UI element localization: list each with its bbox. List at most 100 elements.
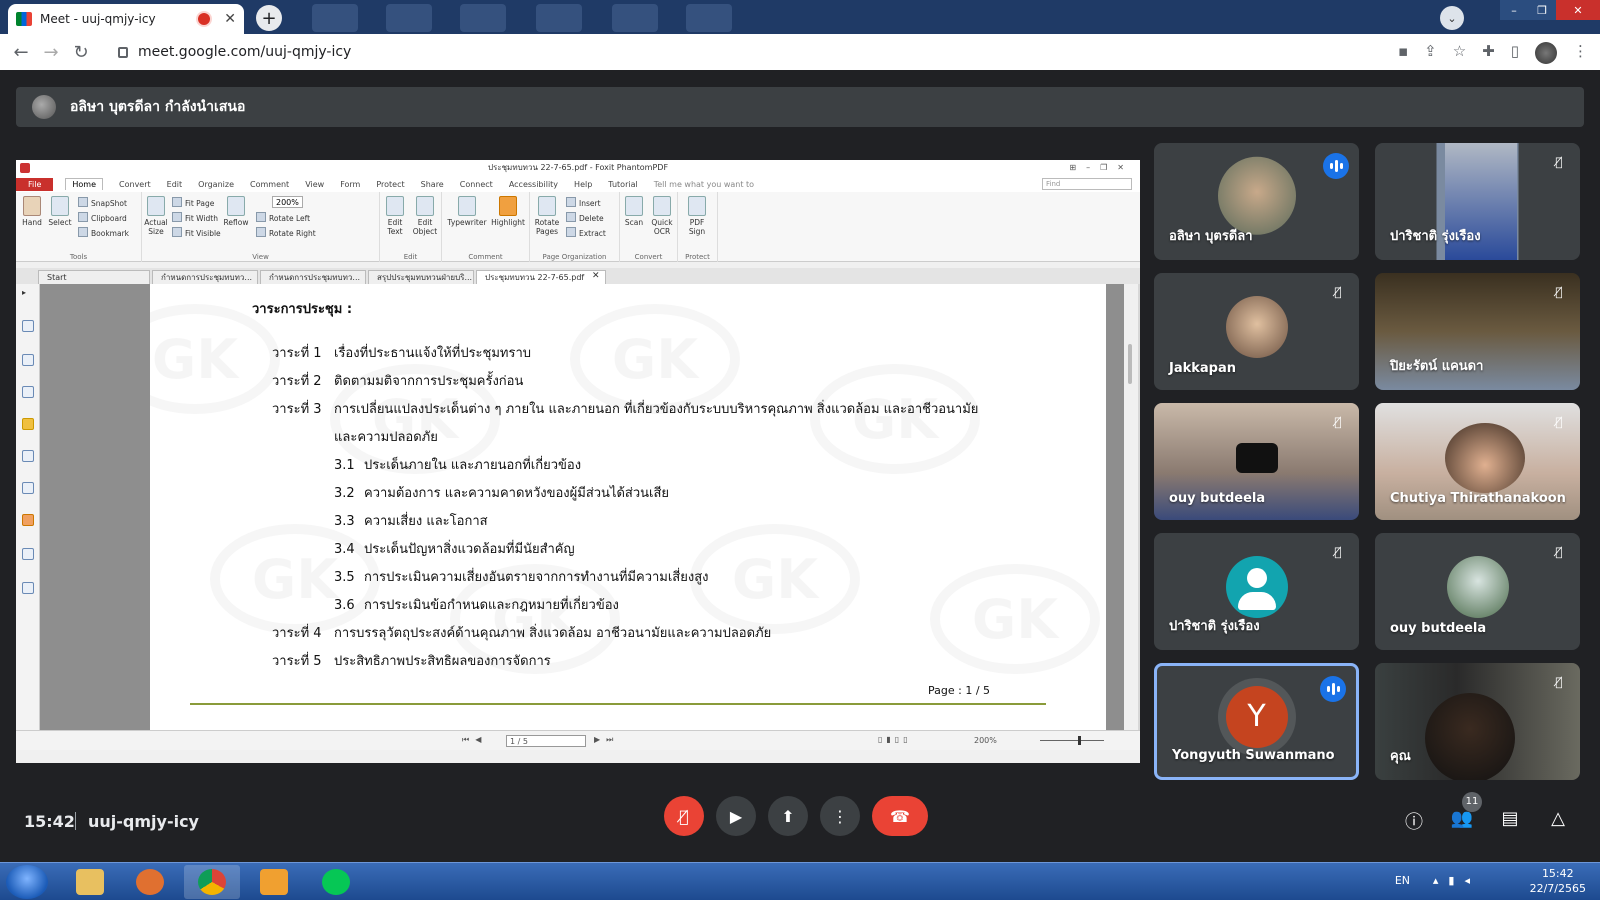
camera-in-use-icon[interactable]: ▪ [1398,42,1408,64]
more-options-button[interactable]: ⋮ [820,796,860,836]
rotate-left-button[interactable]: Rotate Left [256,212,310,223]
restore-icon[interactable]: ❐ [1528,0,1556,20]
taskbar-line[interactable] [308,865,364,899]
delete-button[interactable]: Delete [566,212,604,223]
menu-protect[interactable]: Protect [376,180,404,189]
fit-page-button[interactable]: Fit Page [172,197,214,208]
rotate-pages-button[interactable]: Rotate Pages [532,196,562,236]
quick-ocr-button[interactable]: Quick OCR [648,196,676,236]
doc-tab[interactable]: สรุปประชุมทบทวนฝ่ายบริ... [368,270,474,284]
minimize-icon[interactable]: – [1500,0,1528,20]
leave-call-button[interactable]: ☎ [872,796,928,836]
address-bar[interactable]: meet.google.com/uuj-qmjy-icy [104,38,1334,66]
participant-tile-pinned[interactable]: Y Yongyuth Suwanmano [1154,663,1359,780]
taskbar-explorer[interactable] [62,865,118,899]
profile-avatar[interactable] [1535,42,1557,64]
reload-icon[interactable]: ↻ [66,42,96,63]
back-icon[interactable]: ← [6,42,36,63]
participant-tile[interactable]: 🎙̸ ouy butdeela [1154,403,1359,520]
highlight-button[interactable]: Highlight [490,196,526,227]
menu-accessibility[interactable]: Accessibility [509,180,558,189]
chat-icon[interactable]: ▤ [1498,808,1522,832]
doc-tab[interactable]: กำหนดการประชุมทบทว... [152,270,258,284]
zoom-slider-thumb[interactable] [1078,736,1081,745]
fields-panel-icon[interactable] [22,548,34,560]
close-window-icon[interactable]: ✕ [1556,0,1600,20]
doc-tab[interactable]: กำหนดการประชุมทบทว... [260,270,366,284]
select-tool-button[interactable]: Select [46,196,74,227]
share-page-icon[interactable]: ⇪ [1424,42,1437,64]
comments-panel-icon[interactable] [22,418,34,430]
edit-object-button[interactable]: Edit Object [410,196,440,236]
participant-tile[interactable]: 🎙̸ ปาริชาติ รุ่งเรือง [1154,533,1359,650]
fit-visible-button[interactable]: Fit Visible [172,227,221,238]
attachment-icon[interactable] [22,450,34,462]
tab-search-icon[interactable]: ⌄ [1440,6,1464,30]
menu-comment[interactable]: Comment [250,180,289,189]
participant-tile[interactable]: 🎙̸ Chutiya Thirathanakoon [1375,403,1580,520]
actual-size-button[interactable]: Actual Size [144,196,168,236]
tray-icons[interactable]: ▴▮◂ [1433,874,1480,887]
doc-tab-close-icon[interactable]: ✕ [592,271,600,281]
menu-tutorial[interactable]: Tutorial [608,180,637,189]
doc-tab-active[interactable]: ประชุมทบทวน 22-7-65.pdf [476,270,606,284]
bookmark-star-icon[interactable]: ☆ [1453,42,1466,64]
lock-panel-icon[interactable] [22,514,34,526]
hand-tool-button[interactable]: Hand [20,196,44,227]
chrome-menu-icon[interactable]: ⋮ [1573,42,1588,64]
side-panel-icon[interactable]: ▯ [1511,42,1519,64]
taskbar-media-player[interactable] [122,865,178,899]
participant-tile[interactable]: 🎙̸ ปิยะรัตน์ แคนดา [1375,273,1580,390]
menu-form[interactable]: Form [340,180,360,189]
participant-tile[interactable]: 🎙̸ ouy butdeela [1375,533,1580,650]
input-language[interactable]: EN [1395,874,1410,887]
clipboard-button[interactable]: Clipboard [78,212,127,223]
new-tab-button[interactable]: + [256,5,282,31]
taskbar-outlook[interactable] [246,865,302,899]
menu-connect[interactable]: Connect [460,180,493,189]
taskbar-chrome[interactable] [184,865,240,899]
next-last-page-icons[interactable]: ▶⏭ [594,735,619,745]
status-zoom-level[interactable]: 200% [974,736,997,745]
pdf-sign-button[interactable]: PDF Sign [682,196,712,236]
snapshot-button[interactable]: SnapShot [78,197,127,208]
menu-share[interactable]: Share [421,180,444,189]
start-button[interactable] [6,865,48,899]
reflow-button[interactable]: Reflow [222,196,250,227]
doc-tab-start[interactable]: Start [38,270,150,284]
participant-tile-self[interactable]: 🎙̸ คุณ [1375,663,1580,780]
menu-convert[interactable]: Convert [119,180,151,189]
meeting-info-icon[interactable]: ⓘ [1402,808,1426,833]
tell-me-input[interactable]: Tell me what you want to [654,180,754,189]
extensions-icon[interactable]: ✚ [1482,42,1495,64]
menu-file[interactable]: File [16,177,54,191]
browser-tab-meet[interactable]: Meet - uuj-qmjy-icy ✕ [8,4,244,34]
signature-panel-icon[interactable] [22,482,34,494]
page-number-input[interactable]: 1 / 5 [506,735,586,747]
panel-expand-icon[interactable]: ▸ [22,288,34,300]
participant-tile[interactable]: 🎙̸ ปาริชาติ รุ่งเรือง [1375,143,1580,260]
page-layout-icons[interactable]: ▯▮▯▯ [878,735,912,744]
present-screen-button[interactable]: ⬆ [768,796,808,836]
typewriter-button[interactable]: Typewriter [446,196,488,227]
rotate-right-button[interactable]: Rotate Right [256,227,316,238]
activities-icon[interactable]: △ [1546,808,1570,832]
participant-tile[interactable]: อลิษา บุตรดีลา [1154,143,1359,260]
microphone-toggle-button[interactable]: 🎙̸ [664,796,704,836]
edit-text-button[interactable]: Edit Text [382,196,408,236]
tab-close-icon[interactable]: ✕ [224,11,236,27]
forward-icon[interactable]: → [36,42,66,63]
menu-edit[interactable]: Edit [167,180,183,189]
menu-view[interactable]: View [305,180,324,189]
zoom-slider[interactable] [1040,736,1104,745]
camera-toggle-button[interactable]: ▶ [716,796,756,836]
pdf-vertical-scrollbar[interactable] [1124,284,1138,730]
scan-button[interactable]: Scan [622,196,646,227]
scrollbar-thumb[interactable] [1128,344,1132,384]
stack-panel-icon[interactable] [22,386,34,398]
fit-width-button[interactable]: Fit Width [172,212,218,223]
menu-help[interactable]: Help [574,180,592,189]
find-input[interactable]: Find [1042,178,1132,190]
system-clock[interactable]: 15:42 22/7/2565 [1530,866,1586,896]
bookmark-button[interactable]: Bookmark [78,227,129,238]
